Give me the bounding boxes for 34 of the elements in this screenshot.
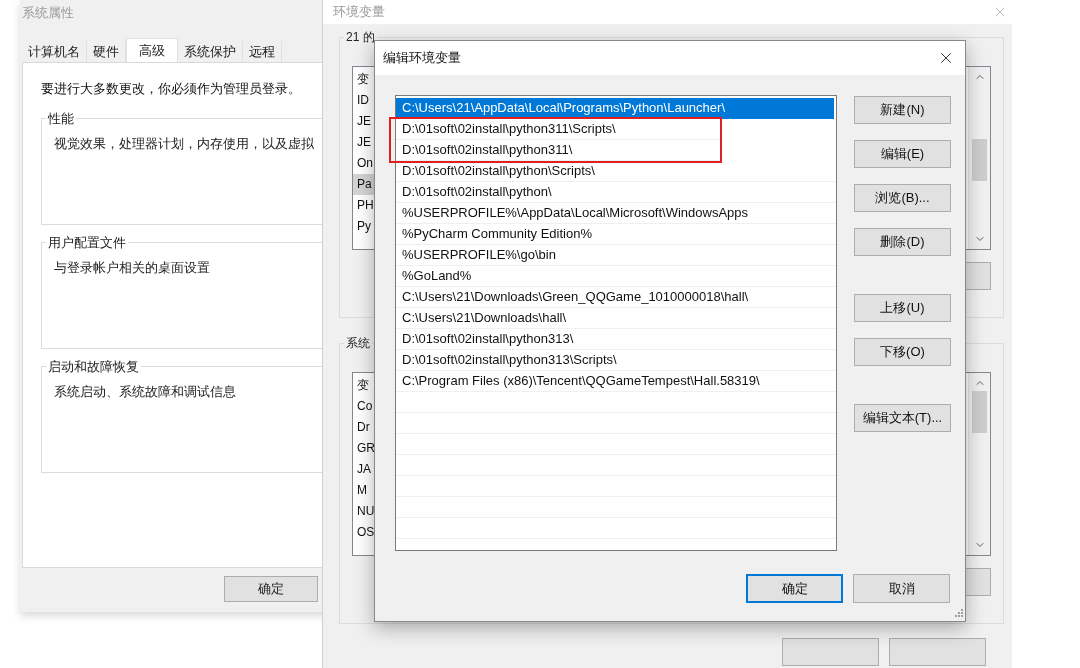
column-header[interactable]: 变 [353, 69, 375, 90]
group-description: 系统启动、系统故障和调试信息 [54, 383, 237, 401]
scrollbar[interactable] [968, 67, 990, 249]
scroll-thumb[interactable] [972, 391, 987, 433]
group-description: 与登录帐户相关的桌面设置 [54, 259, 211, 277]
tab[interactable]: 高级 [126, 38, 178, 62]
window-title: 系统属性 [22, 4, 74, 23]
dialog-title: 编辑环境变量 [383, 49, 461, 68]
action-button[interactable]: 上移(U) [854, 294, 951, 322]
group-description: 视觉效果，处理器计划，内存使用，以及虚拟 [54, 135, 315, 153]
action-button[interactable]: 新建(N) [854, 96, 951, 124]
covered-button[interactable] [782, 638, 879, 666]
group-title: 启动和故障恢复 [47, 357, 140, 376]
path-entry[interactable]: C:\Users\21\AppData\Local\Programs\Python\Launcher\ [396, 98, 834, 119]
action-button[interactable]: 删除(D) [854, 228, 951, 256]
resize-grip-icon[interactable] [953, 609, 963, 619]
scrollbar[interactable] [968, 373, 990, 555]
ok-button[interactable]: 确定 [224, 576, 318, 602]
group-title: 用户配置文件 [47, 233, 127, 252]
dialog-button[interactable]: 确定 [746, 574, 843, 603]
action-button[interactable]: 编辑(E) [854, 140, 951, 168]
variable-row[interactable]: Pa [353, 174, 375, 195]
scroll-thumb[interactable] [972, 139, 987, 181]
group-title: 系统 [345, 335, 371, 352]
group-title: 性能 [47, 109, 75, 128]
notice-text: 要进行大多数更改，你必须作为管理员登录。 [41, 80, 302, 98]
column-header[interactable]: 变 [353, 375, 375, 396]
action-button[interactable]: 浏览(B)... [854, 184, 951, 212]
dialog-button[interactable]: 取消 [853, 574, 950, 603]
group-title: 21 的 [345, 29, 376, 46]
action-button[interactable]: 下移(O) [854, 338, 951, 366]
action-button[interactable]: 编辑文本(T)... [854, 404, 951, 432]
window-title: 环境变量 [333, 3, 385, 22]
covered-button[interactable] [889, 638, 986, 666]
